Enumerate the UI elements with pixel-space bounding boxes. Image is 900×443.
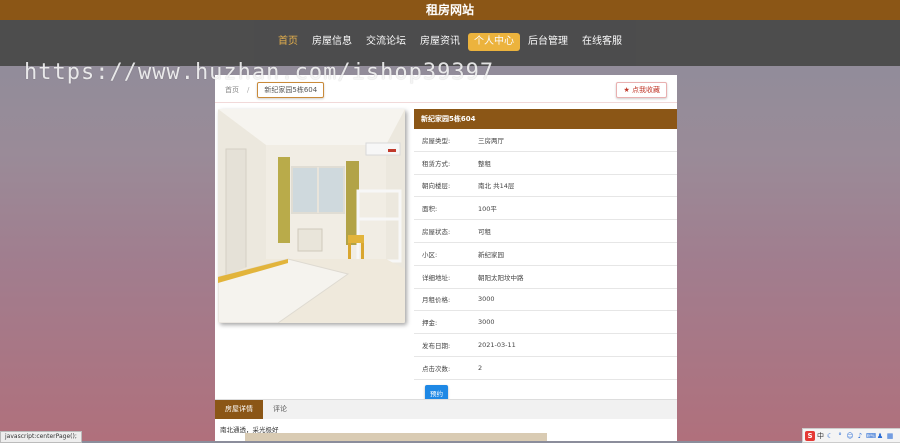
nav-home[interactable]: 首页	[272, 33, 304, 51]
favorite-label: 点我收藏	[632, 86, 660, 94]
field-label: 面积:	[422, 205, 438, 214]
shirt-icon[interactable]: ♟	[876, 432, 884, 440]
field-label: 朝向楼层:	[422, 182, 451, 191]
grid-icon[interactable]: ▦	[886, 432, 894, 440]
house-photo	[218, 109, 405, 323]
house-info-panel: 新纪家园5栋604 房屋类型: 三房两厅 租赁方式: 整租 朝向楼层: 南北 共…	[414, 109, 677, 401]
field-value: 3000	[478, 295, 495, 304]
field-label: 租赁方式:	[422, 159, 451, 168]
star-icon: ★	[623, 86, 630, 94]
detail-panel: 首页 / 新纪家园5栋604 ★ 点我收藏 新纪家园5栋604 房屋类型: 三房…	[215, 75, 677, 441]
browser-status-bar: javascript:centerPage();	[0, 431, 82, 443]
field-label: 房屋状态:	[422, 228, 451, 237]
field-label: 房屋类型:	[422, 136, 451, 145]
field-row: 面积: 100平	[414, 197, 677, 221]
moon-icon[interactable]: ☾	[826, 432, 834, 440]
field-value: 新纪家园	[478, 250, 504, 259]
nav-personal-center[interactable]: 个人中心	[468, 33, 520, 51]
field-row: 月租价格: 3000	[414, 289, 677, 312]
nav-customer-service[interactable]: 在线客服	[576, 33, 628, 51]
emoji-icon[interactable]: ☺	[846, 432, 854, 440]
field-label: 押金:	[422, 319, 438, 328]
field-row: 朝向楼层: 南北 共14层	[414, 175, 677, 198]
house-title: 新纪家园5栋604	[414, 109, 677, 129]
field-value: 整租	[478, 159, 491, 168]
nav-house-info[interactable]: 房屋信息	[306, 33, 358, 51]
tab-comments[interactable]: 评论	[263, 400, 297, 419]
field-value: 3000	[478, 318, 495, 327]
field-label: 月租价格:	[422, 296, 451, 305]
breadcrumb-separator: /	[247, 86, 250, 94]
field-value: 南北 共14层	[478, 182, 515, 191]
field-value: 三房两厅	[478, 136, 504, 145]
nav-forum[interactable]: 交流论坛	[360, 33, 412, 51]
field-row: 租赁方式: 整租	[414, 152, 677, 175]
field-label: 详细地址:	[422, 273, 451, 282]
field-value: 100平	[478, 205, 497, 214]
field-row: 押金: 3000	[414, 311, 677, 335]
ime-language[interactable]: 中	[817, 431, 824, 441]
field-value: 可租	[478, 228, 491, 237]
nav-items: 首页 房屋信息 交流论坛 房屋资讯 个人中心 后台管理 在线客服	[272, 33, 630, 51]
watermark-url: https://www.huzhan.com/ishop39397	[24, 60, 495, 85]
field-value: 朝阳太阳坟中路	[478, 273, 524, 282]
field-row: 房屋状态: 可租	[414, 220, 677, 243]
field-value: 2	[478, 363, 483, 372]
divider	[215, 102, 677, 103]
field-label: 小区:	[422, 250, 438, 259]
field-label: 发布日期:	[422, 342, 451, 351]
field-row: 房屋类型: 三房两厅	[414, 129, 677, 152]
nav-news[interactable]: 房屋资讯	[414, 33, 466, 51]
nav-admin[interactable]: 后台管理	[522, 33, 574, 51]
site-title: 租房网站	[425, 3, 474, 17]
description-image	[245, 433, 547, 441]
sogou-ime-icon[interactable]: S	[805, 430, 815, 441]
room-illustration	[218, 109, 405, 323]
field-row: 发布日期: 2021-03-11	[414, 334, 677, 357]
punctuation-icon[interactable]: °	[836, 432, 844, 440]
detail-tabs: 房屋详情 评论	[215, 399, 677, 419]
field-value: 2021-03-11	[478, 341, 516, 350]
microphone-icon[interactable]: ♪	[856, 432, 864, 440]
field-row: 小区: 新纪家园	[414, 243, 677, 266]
breadcrumb-home[interactable]: 首页	[225, 85, 239, 95]
tab-house-details[interactable]: 房屋详情	[215, 400, 263, 419]
keyboard-icon[interactable]: ⌨	[866, 432, 876, 440]
favorite-button[interactable]: ★ 点我收藏	[616, 82, 667, 98]
field-row: 详细地址: 朝阳太阳坟中路	[414, 266, 677, 289]
field-row: 点击次数: 2	[414, 357, 677, 380]
field-label: 点击次数:	[422, 364, 451, 373]
site-title-bar: 租房网站	[0, 0, 900, 20]
